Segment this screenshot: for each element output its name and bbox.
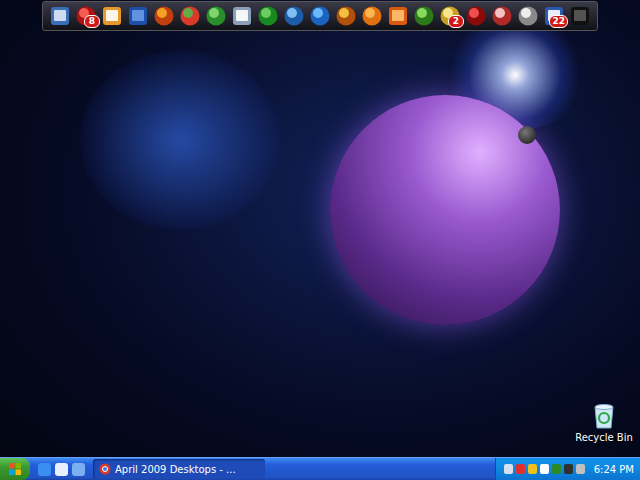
badge: 2 xyxy=(448,15,464,28)
box-icon xyxy=(387,5,409,27)
dock-item[interactable] xyxy=(127,4,149,28)
dock-item[interactable] xyxy=(257,4,279,28)
dock-item[interactable] xyxy=(413,4,435,28)
computer-icon xyxy=(49,5,71,27)
dock-item[interactable] xyxy=(49,4,71,28)
gear-icon xyxy=(491,5,513,27)
desktop-icon-label: Recycle Bin xyxy=(575,432,633,443)
dock-item[interactable]: 2 xyxy=(439,4,461,28)
dock-item[interactable] xyxy=(101,4,123,28)
badge: 22 xyxy=(549,15,568,28)
dock-item[interactable] xyxy=(569,4,591,28)
tray-icon[interactable] xyxy=(564,464,573,474)
dock-item[interactable] xyxy=(387,4,409,28)
globe-icon xyxy=(283,5,305,27)
dock-item[interactable] xyxy=(231,4,253,28)
quick-launch-icon[interactable] xyxy=(55,463,68,476)
pen-icon xyxy=(101,5,123,27)
tray-icon[interactable] xyxy=(516,464,525,474)
quick-launch-icon[interactable] xyxy=(38,463,51,476)
dock-item[interactable] xyxy=(517,4,539,28)
desktop: 8222Recycle BinApril 2009 Desktops - ...… xyxy=(0,0,640,480)
dock-item[interactable] xyxy=(465,4,487,28)
star-icon xyxy=(413,5,435,27)
word-icon xyxy=(127,5,149,27)
pidgin-icon xyxy=(257,5,279,27)
wallpaper xyxy=(0,0,640,480)
dock-item[interactable]: 22 xyxy=(543,4,565,28)
ring-icon xyxy=(335,5,357,27)
taskbar: April 2009 Desktops - ... 6:24 PM xyxy=(0,457,640,480)
red-icon xyxy=(465,5,487,27)
start-button[interactable] xyxy=(0,458,30,480)
chat-icon xyxy=(205,5,227,27)
clock-icon xyxy=(517,5,539,27)
ball-icon xyxy=(361,5,383,27)
windows-logo-icon xyxy=(8,462,22,476)
clock: 6:24 PM xyxy=(594,464,634,475)
tray-icon[interactable] xyxy=(540,464,549,474)
dark-icon xyxy=(569,5,591,27)
system-tray: 6:24 PM xyxy=(495,458,640,480)
tray-icon[interactable] xyxy=(552,464,561,474)
chrome-icon xyxy=(99,463,111,475)
recycle-bin-icon xyxy=(591,402,617,430)
firefox-icon xyxy=(153,5,175,27)
task-button[interactable]: April 2009 Desktops - ... xyxy=(93,459,265,479)
dock-item[interactable]: 8 xyxy=(75,4,97,28)
dock-item[interactable] xyxy=(179,4,201,28)
tray-icon[interactable] xyxy=(504,464,513,474)
dock-item[interactable] xyxy=(309,4,331,28)
dock: 8222 xyxy=(42,1,598,31)
chrome-icon xyxy=(179,5,201,27)
tray-icon[interactable] xyxy=(576,464,585,474)
dock-item[interactable] xyxy=(205,4,227,28)
play-icon xyxy=(309,5,331,27)
desktop-icon[interactable]: Recycle Bin xyxy=(572,402,636,443)
dock-item[interactable] xyxy=(283,4,305,28)
moon xyxy=(518,126,536,144)
badge: 8 xyxy=(84,15,100,28)
dock-item[interactable] xyxy=(335,4,357,28)
quick-launch xyxy=(30,463,93,476)
nebula xyxy=(80,50,280,230)
dock-item[interactable] xyxy=(491,4,513,28)
tray-icon[interactable] xyxy=(528,464,537,474)
quick-launch-icon[interactable] xyxy=(72,463,85,476)
dock-item[interactable] xyxy=(361,4,383,28)
dock-item[interactable] xyxy=(153,4,175,28)
mail-icon xyxy=(231,5,253,27)
